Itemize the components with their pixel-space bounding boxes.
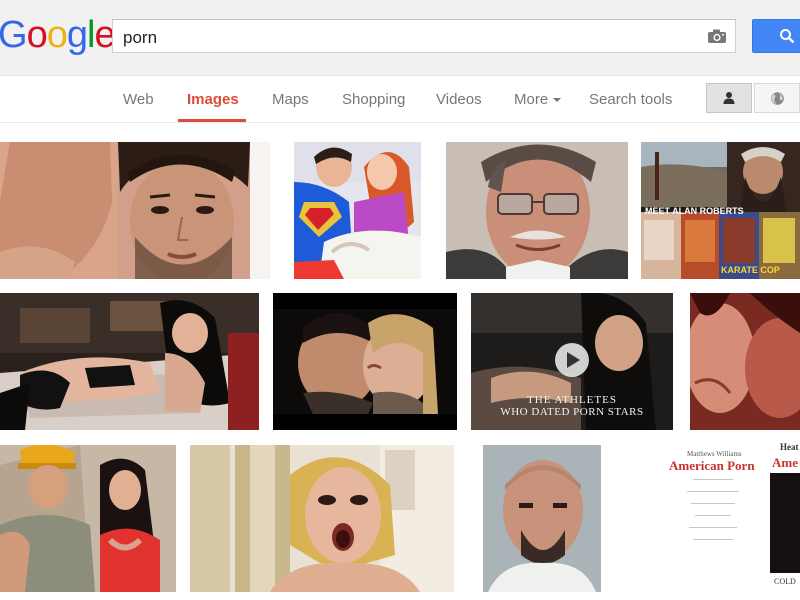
image-result[interactable] [446, 142, 628, 279]
poster-footer: COLD [774, 577, 796, 586]
poster-title: Ame [772, 455, 798, 470]
tab-more-label: More [514, 91, 549, 108]
image-caption: THE ATHLETES [527, 394, 617, 406]
text-line [693, 479, 733, 480]
logo-letter: o [46, 14, 68, 56]
image-result[interactable] [190, 445, 454, 592]
book-author: Matthews Williams [687, 450, 742, 458]
poster-author: Heat [780, 442, 799, 452]
tab-shopping[interactable]: Shopping [342, 91, 405, 108]
chevron-down-icon [553, 98, 562, 103]
text-line [695, 515, 731, 516]
logo-letter: o [26, 14, 48, 56]
book-title: American Porn [669, 458, 755, 473]
image-result[interactable] [273, 293, 457, 430]
tab-more[interactable]: More [514, 91, 562, 108]
text-line [691, 503, 735, 504]
logo-letter: g [66, 14, 88, 56]
image-caption: MEET ALAN ROBERTS [645, 206, 744, 216]
tab-web[interactable]: Web [123, 91, 154, 108]
search-query-text: porn [123, 28, 158, 47]
search-tools-button[interactable]: Search tools [589, 91, 672, 108]
image-result[interactable] [294, 142, 421, 279]
search-nav-bar: Web Images Maps Shopping Videos More Sea… [0, 77, 800, 123]
tab-maps[interactable]: Maps [272, 91, 309, 108]
search-input[interactable]: porn [112, 19, 736, 53]
image-result[interactable]: Matthews Williams American Porn [665, 445, 760, 585]
search-button[interactable] [752, 19, 800, 53]
image-caption: WHO DATED PORN STARS [500, 406, 644, 418]
text-line [687, 491, 739, 492]
top-bar: Google porn [0, 0, 800, 76]
personal-results-button[interactable] [706, 83, 752, 113]
global-results-button[interactable] [754, 83, 800, 113]
image-result[interactable] [0, 142, 270, 279]
image-caption: KARATE COP [721, 265, 780, 275]
image-result[interactable]: Heat Ame COLD [770, 440, 800, 590]
google-logo[interactable]: Google [0, 13, 116, 57]
image-result[interactable]: MEET ALAN ROBERTS KARATE COP [641, 142, 800, 279]
logo-letter: G [0, 14, 28, 56]
search-icon [780, 29, 795, 44]
poster-image [770, 473, 800, 573]
tab-images[interactable]: Images [187, 91, 239, 108]
globe-icon [771, 92, 784, 105]
active-tab-indicator [178, 119, 246, 122]
text-line [693, 539, 733, 540]
image-result[interactable] [483, 445, 601, 592]
logo-letter: l [86, 14, 96, 56]
tab-videos[interactable]: Videos [436, 91, 482, 108]
text-line [689, 527, 737, 528]
image-result[interactable]: THE ATHLETES WHO DATED PORN STARS [471, 293, 673, 430]
image-result[interactable] [0, 293, 259, 430]
image-result[interactable] [690, 293, 800, 430]
person-icon [723, 92, 735, 104]
camera-icon[interactable] [707, 28, 727, 44]
image-result[interactable] [0, 445, 176, 592]
